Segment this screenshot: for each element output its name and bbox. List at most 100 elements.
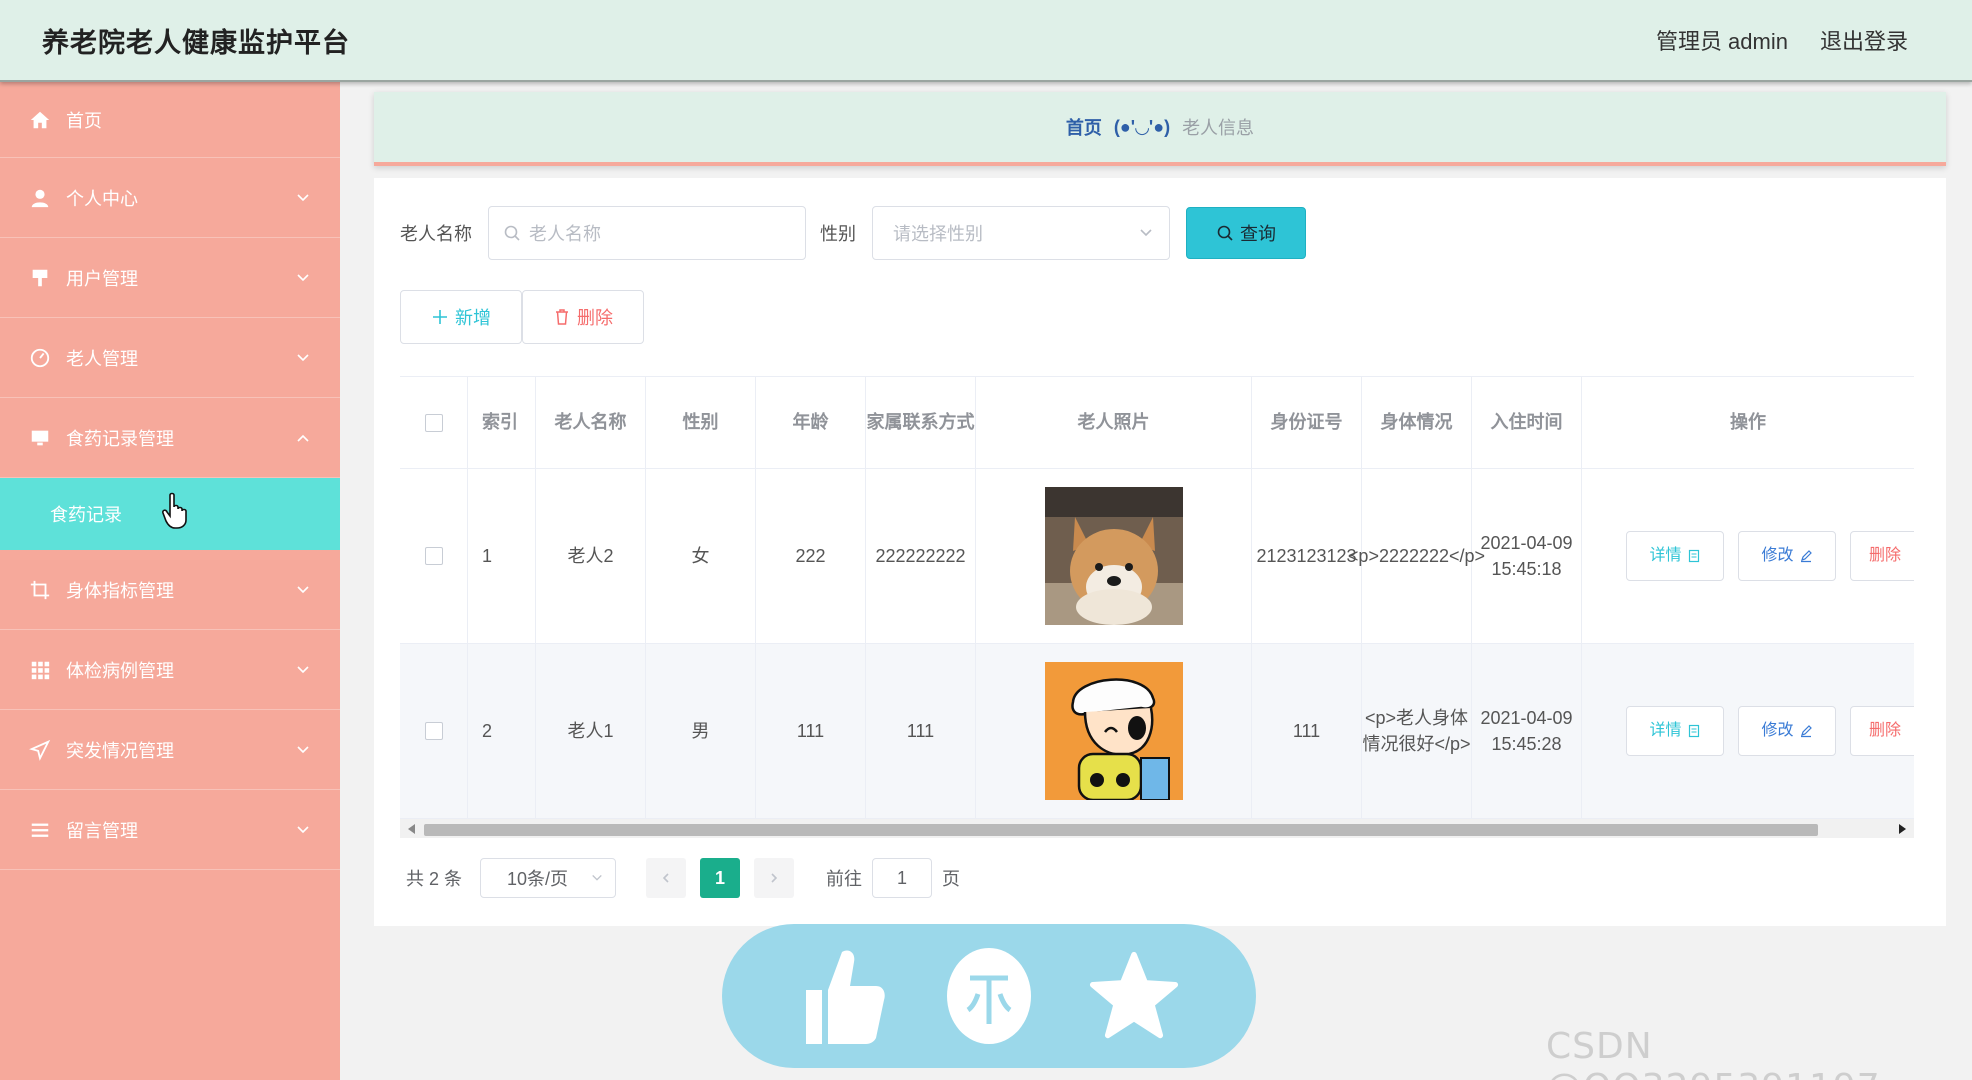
sidebar-item-label: 留言管理 bbox=[66, 820, 138, 841]
row-checkbox[interactable] bbox=[424, 547, 443, 565]
chevron-down-icon bbox=[297, 353, 309, 361]
sidebar-item-label: 突发情况管理 bbox=[66, 740, 174, 761]
cell-checkin-time: 2021-04-09 15:45:18 bbox=[1472, 469, 1582, 643]
column-header: 入住时间 bbox=[1472, 377, 1582, 468]
table-row: 1 老人2 女 222 222222222 2123123123 <p>2222… bbox=[400, 469, 1914, 644]
breadcrumb-home-link[interactable]: 首页 bbox=[1066, 114, 1102, 140]
cell-phone: 222222222 bbox=[866, 469, 976, 643]
column-header: 年龄 bbox=[756, 377, 866, 468]
add-button[interactable]: 新增 bbox=[400, 290, 522, 344]
delete-row-button[interactable]: 删除 bbox=[1850, 531, 1914, 581]
sidebar-item-home[interactable]: 首页 bbox=[0, 82, 340, 158]
next-page-button[interactable] bbox=[754, 858, 795, 898]
sidebar-item-label: 食药记录管理 bbox=[66, 428, 174, 449]
breadcrumb-current: 老人信息 bbox=[1182, 118, 1255, 138]
edit-button[interactable]: 修改 bbox=[1738, 706, 1836, 756]
document-icon bbox=[1688, 724, 1699, 738]
column-header: 性别 bbox=[646, 377, 756, 468]
name-search-input[interactable]: 老人名称 bbox=[488, 206, 806, 260]
select-all-checkbox[interactable] bbox=[424, 413, 443, 432]
page-size-select[interactable]: 10条/页 bbox=[480, 858, 617, 898]
star-icon[interactable] bbox=[1089, 946, 1179, 1046]
search-icon bbox=[504, 225, 520, 241]
add-button-label: 新增 bbox=[455, 308, 491, 328]
delete-row-label: 删除 bbox=[1868, 547, 1901, 565]
batch-delete-button[interactable]: 删除 bbox=[522, 290, 644, 344]
table-row: 2 老人1 男 111 111 111 <p>老人身体情况很好</p> 2021… bbox=[400, 644, 1914, 819]
sidebar-item-emergency-management[interactable]: 突发情况管理 bbox=[0, 710, 340, 790]
shiba-dog-photo bbox=[1044, 487, 1183, 625]
search-icon bbox=[1217, 225, 1233, 241]
sidebar-item-label: 首页 bbox=[66, 110, 102, 131]
page-size-value: 10条/页 bbox=[507, 869, 569, 889]
sidebar-item-personal-center[interactable]: 个人中心 bbox=[0, 158, 340, 238]
flag-icon bbox=[28, 266, 52, 290]
detail-button[interactable]: 详情 bbox=[1626, 531, 1724, 581]
sidebar-item-label: 用户管理 bbox=[66, 268, 138, 289]
home-icon bbox=[28, 108, 52, 132]
coin-icon[interactable] bbox=[944, 946, 1034, 1046]
chevron-down-icon bbox=[297, 585, 309, 593]
breadcrumb-separator: (●'◡'●) bbox=[1113, 116, 1171, 137]
pagination: 共 2 条 10条/页 1 前往 1 页 bbox=[406, 858, 960, 898]
edit-button[interactable]: 修改 bbox=[1738, 531, 1836, 581]
cell-phone: 111 bbox=[866, 644, 976, 818]
delete-row-button[interactable]: 删除 bbox=[1850, 706, 1914, 756]
detail-button-label: 详情 bbox=[1649, 547, 1682, 565]
sidebar-subitem-food-medicine-record[interactable]: 食药记录 bbox=[0, 478, 340, 550]
sex-filter-label: 性别 bbox=[820, 224, 856, 244]
sidebar-item-body-index-management[interactable]: 身体指标管理 bbox=[0, 550, 340, 630]
goto-page-input[interactable]: 1 bbox=[872, 858, 933, 898]
sex-select[interactable]: 请选择性别 bbox=[872, 206, 1170, 260]
horizontal-scrollbar[interactable] bbox=[400, 819, 1914, 838]
delete-row-label: 删除 bbox=[1868, 722, 1901, 740]
sidebar: 首页 个人中心 用户管理 老人管理 食药记录管理 食药记录 身体指标管理 体检病… bbox=[0, 82, 340, 1080]
top-header: 养老院老人健康监护平台 管理员 admin 退出登录 bbox=[0, 0, 1972, 82]
app-title: 养老院老人健康监护平台 bbox=[42, 27, 350, 58]
list-icon bbox=[28, 818, 52, 842]
cell-body-condition: <p>2222222</p> bbox=[1348, 469, 1485, 643]
scroll-right-arrow-icon[interactable] bbox=[1899, 824, 1906, 834]
cell-sex: 男 bbox=[646, 644, 756, 818]
sidebar-subitem-label: 食药记录 bbox=[50, 505, 122, 525]
chevron-up-icon bbox=[297, 434, 309, 442]
chevron-down-icon bbox=[297, 193, 309, 201]
name-search-placeholder: 老人名称 bbox=[529, 224, 601, 244]
cell-index: 2 bbox=[468, 644, 536, 818]
sidebar-item-exam-case-management[interactable]: 体检病例管理 bbox=[0, 630, 340, 710]
scroll-left-arrow-icon[interactable] bbox=[408, 824, 415, 834]
sidebar-item-message-management[interactable]: 留言管理 bbox=[0, 790, 340, 870]
query-button-label: 查询 bbox=[1240, 224, 1276, 244]
chevron-down-icon bbox=[297, 665, 309, 673]
detail-button[interactable]: 详情 bbox=[1626, 706, 1724, 756]
chevron-down-icon bbox=[297, 273, 309, 281]
watermark: CSDN @QQ3295391197 bbox=[1546, 1026, 1880, 1080]
sidebar-item-user-management[interactable]: 用户管理 bbox=[0, 238, 340, 318]
delete-button-label: 删除 bbox=[577, 308, 613, 328]
cell-index: 1 bbox=[468, 469, 536, 643]
row-checkbox[interactable] bbox=[424, 722, 443, 740]
cell-sex: 女 bbox=[646, 469, 756, 643]
column-header: 操作 bbox=[1730, 412, 1766, 433]
query-button[interactable]: 查询 bbox=[1186, 207, 1306, 259]
edit-button-label: 修改 bbox=[1761, 547, 1794, 565]
goto-page: 前往 1 页 bbox=[826, 858, 960, 898]
cell-id-number: 111 bbox=[1252, 644, 1362, 818]
cell-id-number: 2123123123 bbox=[1252, 469, 1362, 643]
scrollbar-thumb[interactable] bbox=[424, 824, 1818, 836]
prev-page-button[interactable] bbox=[646, 858, 687, 898]
sidebar-item-label: 体检病例管理 bbox=[66, 660, 174, 681]
document-icon bbox=[1688, 549, 1699, 563]
floating-action-bar bbox=[722, 924, 1256, 1068]
logout-button[interactable]: 退出登录 bbox=[1820, 24, 1908, 56]
pagination-total: 共 2 条 bbox=[406, 869, 463, 889]
sidebar-item-elder-management[interactable]: 老人管理 bbox=[0, 318, 340, 398]
edit-button-label: 修改 bbox=[1761, 722, 1794, 740]
sidebar-item-food-medicine-management[interactable]: 食药记录管理 bbox=[0, 398, 340, 478]
cell-age: 222 bbox=[756, 469, 866, 643]
breadcrumb: 首页 (●'◡'●) 老人信息 bbox=[374, 92, 1946, 166]
page-number-button[interactable]: 1 bbox=[700, 858, 741, 898]
thumbs-up-icon[interactable] bbox=[799, 946, 889, 1046]
trash-icon bbox=[556, 309, 568, 325]
detail-button-label: 详情 bbox=[1649, 722, 1682, 740]
